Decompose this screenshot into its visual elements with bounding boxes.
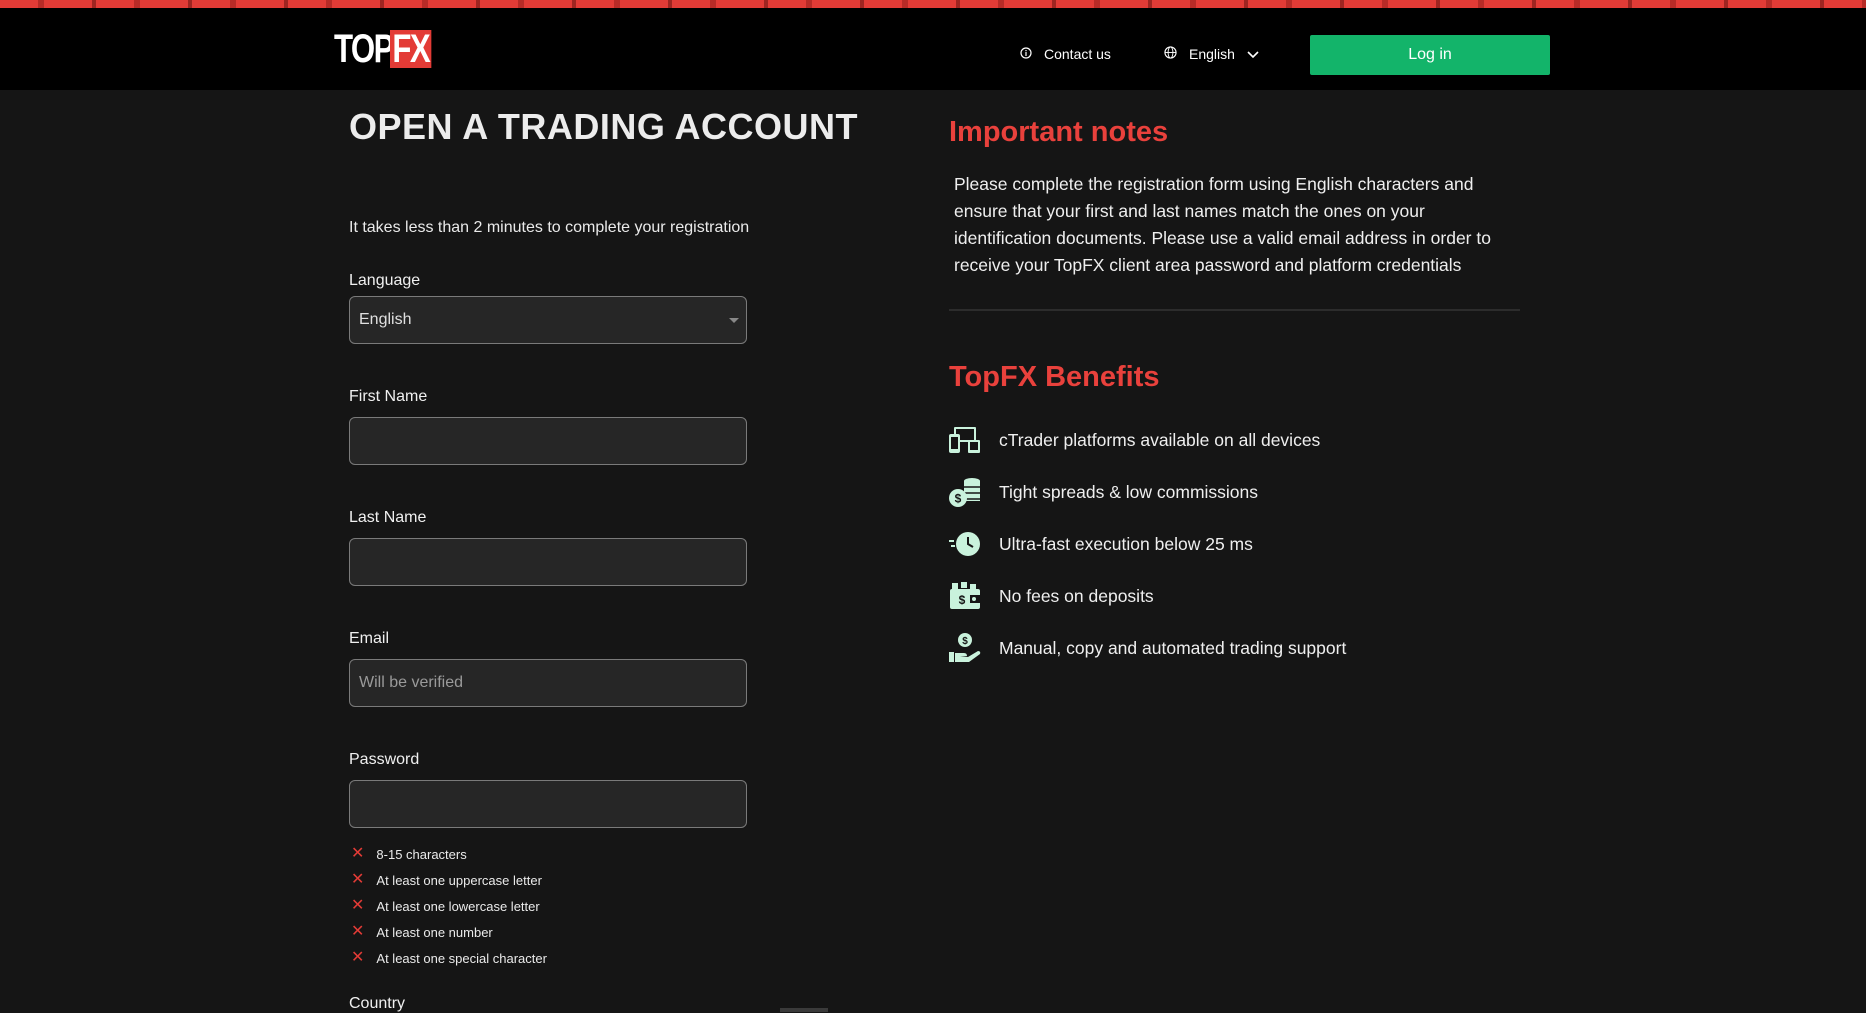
benefit-item: $ No fees on deposits bbox=[948, 579, 1154, 613]
language-select-value: English bbox=[359, 311, 412, 328]
page-title: OPEN A TRADING ACCOUNT bbox=[349, 106, 858, 147]
password-rule-text: 8-15 characters bbox=[376, 846, 467, 862]
password-rule: ✕ At least one special character bbox=[351, 945, 547, 971]
benefit-label: No fees on deposits bbox=[999, 585, 1154, 606]
fast-clock-icon bbox=[948, 527, 982, 561]
language-label: English bbox=[1189, 46, 1235, 62]
last-name-label: Last Name bbox=[349, 509, 427, 526]
first-name-input[interactable] bbox=[350, 418, 746, 464]
email-field bbox=[349, 659, 747, 707]
globe-icon bbox=[1164, 46, 1177, 62]
password-rule: ✕ At least one number bbox=[351, 919, 547, 945]
first-name-field bbox=[349, 417, 747, 465]
registration-subtitle: It takes less than 2 minutes to complete… bbox=[349, 219, 750, 236]
logo-text-top: TOP bbox=[334, 26, 394, 71]
contact-us-label: Contact us bbox=[1044, 46, 1111, 62]
benefit-label: cTrader platforms available on all devic… bbox=[999, 429, 1321, 450]
topfx-logo[interactable]: TOP FX bbox=[334, 26, 443, 71]
benefit-label: Manual, copy and automated trading suppo… bbox=[999, 637, 1347, 658]
important-notes-title: Important notes bbox=[949, 116, 1169, 148]
email-label: Email bbox=[349, 630, 390, 647]
password-input[interactable] bbox=[350, 781, 746, 827]
password-requirements: ✕ 8-15 characters ✕ At least one upperca… bbox=[351, 841, 547, 971]
benefit-item: Ultra-fast execution below 25 ms bbox=[948, 527, 1253, 561]
logo-text-fx: FX bbox=[390, 29, 432, 69]
password-label: Password bbox=[349, 751, 420, 768]
cross-icon: ✕ bbox=[351, 923, 365, 940]
benefit-item: $ Tight spreads & low commissions bbox=[948, 475, 1258, 509]
site-header: TOP FX Contact us English Log in bbox=[0, 8, 1866, 90]
password-field bbox=[349, 780, 747, 828]
section-divider bbox=[949, 309, 1520, 311]
language-select[interactable]: English bbox=[349, 296, 747, 344]
password-rule: ✕ At least one uppercase letter bbox=[351, 867, 547, 893]
svg-text:$: $ bbox=[962, 636, 968, 647]
country-label: Country bbox=[349, 995, 406, 1012]
last-name-field bbox=[349, 538, 747, 586]
password-rule-text: At least one lowercase letter bbox=[376, 898, 540, 914]
benefits-title: TopFX Benefits bbox=[949, 361, 1160, 393]
top-accent-bar bbox=[0, 0, 1866, 8]
svg-text:$: $ bbox=[955, 492, 962, 506]
caret-down-icon bbox=[729, 318, 739, 323]
wallet-icon: $ bbox=[948, 579, 982, 613]
benefit-item: cTrader platforms available on all devic… bbox=[948, 423, 1320, 457]
benefit-label: Ultra-fast execution below 25 ms bbox=[999, 533, 1253, 554]
email-input[interactable] bbox=[350, 660, 746, 706]
devices-icon bbox=[948, 423, 982, 457]
benefit-item: $ Manual, copy and automated trading sup… bbox=[948, 631, 1346, 665]
last-name-input[interactable] bbox=[350, 539, 746, 585]
svg-text:$: $ bbox=[959, 593, 966, 607]
cross-icon: ✕ bbox=[351, 871, 365, 888]
cross-icon: ✕ bbox=[351, 845, 365, 862]
password-rule: ✕ 8-15 characters bbox=[351, 841, 547, 867]
cross-icon: ✕ bbox=[351, 949, 365, 966]
contact-us-link[interactable]: Contact us bbox=[1020, 46, 1111, 62]
important-notes-text: Please complete the registration form us… bbox=[954, 174, 1491, 275]
password-rule-text: At least one number bbox=[376, 924, 493, 940]
info-icon bbox=[1020, 46, 1032, 62]
cross-icon: ✕ bbox=[351, 897, 365, 914]
password-rule-text: At least one special character bbox=[376, 950, 547, 966]
money-hand-icon: $ bbox=[948, 631, 982, 665]
first-name-label: First Name bbox=[349, 388, 428, 405]
scroll-indicator bbox=[780, 1008, 828, 1012]
chevron-down-icon bbox=[1247, 46, 1259, 62]
language-field-label: Language bbox=[349, 272, 421, 289]
language-selector[interactable]: English bbox=[1164, 46, 1259, 62]
login-button[interactable]: Log in bbox=[1310, 35, 1550, 75]
coins-icon: $ bbox=[948, 475, 982, 509]
benefit-label: Tight spreads & low commissions bbox=[999, 481, 1259, 502]
password-rule-text: At least one uppercase letter bbox=[376, 872, 542, 888]
password-rule: ✕ At least one lowercase letter bbox=[351, 893, 547, 919]
